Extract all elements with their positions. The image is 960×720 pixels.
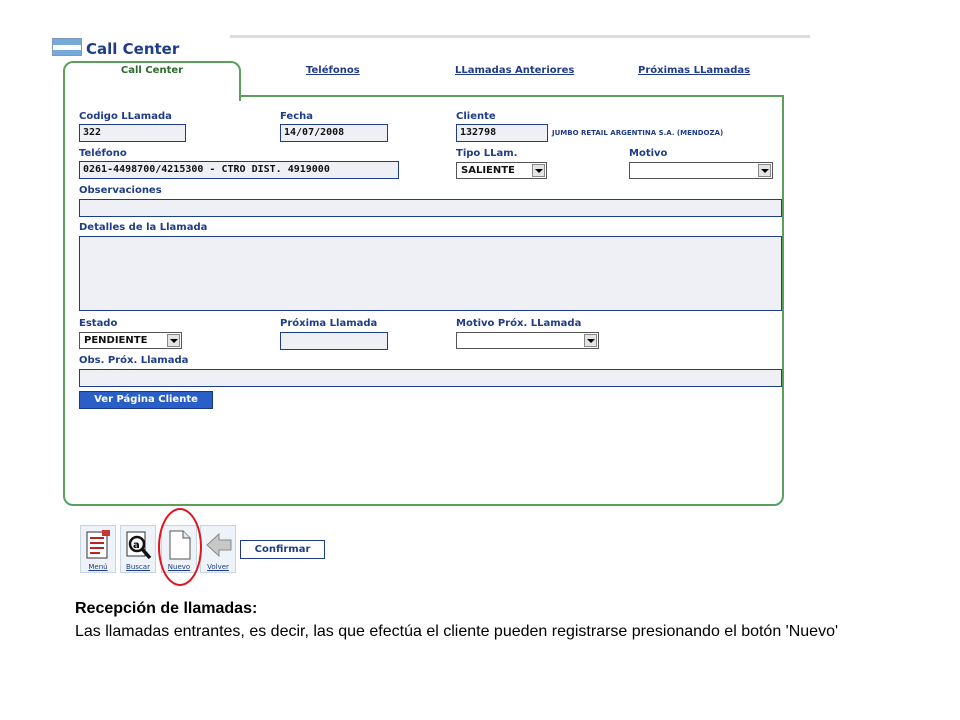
tab-telefonos[interactable]: Teléfonos bbox=[306, 65, 360, 76]
observaciones-label: Observaciones bbox=[79, 185, 162, 196]
observaciones-field[interactable] bbox=[79, 199, 782, 217]
buscar-label: Buscar bbox=[126, 563, 150, 571]
menu-button[interactable]: Menú bbox=[80, 525, 116, 573]
estado-label: Estado bbox=[79, 318, 118, 329]
app-title: Call Center bbox=[86, 40, 180, 58]
obs-prox-label: Obs. Próx. Llamada bbox=[79, 355, 189, 366]
argentina-flag-icon bbox=[52, 38, 82, 56]
menu-icon bbox=[86, 530, 110, 559]
telefono-label: Teléfono bbox=[79, 148, 127, 159]
proxima-llamada-label: Próxima Llamada bbox=[280, 318, 378, 329]
motivo-prox-select[interactable] bbox=[456, 332, 599, 349]
obs-prox-field[interactable] bbox=[79, 369, 782, 387]
detalles-textarea[interactable] bbox=[79, 236, 782, 311]
codigo-llamada-label: Codigo LLamada bbox=[79, 111, 172, 122]
fecha-label: Fecha bbox=[280, 111, 314, 122]
menu-label: Menú bbox=[88, 563, 108, 571]
cliente-field[interactable]: 132798 bbox=[456, 124, 548, 142]
cliente-name: JUMBO RETAIL ARGENTINA S.A. (MENDOZA) bbox=[552, 129, 724, 137]
motivo-label: Motivo bbox=[629, 148, 668, 159]
estado-value: PENDIENTE bbox=[84, 335, 148, 346]
codigo-llamada-field[interactable]: 322 bbox=[79, 124, 186, 142]
cliente-label: Cliente bbox=[456, 111, 496, 122]
confirmar-button[interactable]: Confirmar bbox=[240, 540, 325, 559]
top-divider bbox=[230, 35, 810, 38]
caption-title: Recepción de llamadas: bbox=[75, 600, 258, 617]
motivo-select[interactable] bbox=[629, 162, 773, 179]
chevron-down-icon[interactable] bbox=[167, 334, 180, 347]
telefono-field[interactable]: 0261-4498700/4215300 - CTRO DIST. 491900… bbox=[79, 161, 399, 179]
volver-label: Volver bbox=[207, 563, 229, 571]
tipo-llamada-value: SALIENTE bbox=[461, 165, 515, 176]
proxima-llamada-field[interactable] bbox=[280, 332, 388, 350]
tab-proximas-llamadas[interactable]: Próximas LLamadas bbox=[638, 65, 750, 76]
chevron-down-icon[interactable] bbox=[532, 164, 545, 177]
tab-llamadas-anteriores[interactable]: LLamadas Anteriores bbox=[455, 65, 574, 76]
detalles-label: Detalles de la Llamada bbox=[79, 222, 208, 233]
ver-pagina-cliente-button[interactable]: Ver Página Cliente bbox=[79, 391, 213, 409]
tipo-llamada-label: Tipo LLam. bbox=[456, 148, 518, 159]
caption-body: Las llamadas entrantes, es decir, las qu… bbox=[75, 623, 839, 640]
search-icon: a bbox=[126, 531, 152, 560]
svg-text:a: a bbox=[133, 540, 140, 551]
tab-call-center-label: Call Center bbox=[120, 65, 184, 76]
chevron-down-icon[interactable] bbox=[758, 164, 771, 177]
chevron-down-icon[interactable] bbox=[584, 334, 597, 347]
estado-select[interactable]: PENDIENTE bbox=[79, 332, 182, 349]
tipo-llamada-select[interactable]: SALIENTE bbox=[456, 162, 547, 179]
buscar-button[interactable]: a Buscar bbox=[120, 525, 156, 573]
fecha-field[interactable]: 14/07/2008 bbox=[280, 124, 388, 142]
motivo-prox-label: Motivo Próx. LLamada bbox=[456, 318, 582, 329]
back-arrow-icon bbox=[206, 532, 232, 558]
highlight-circle bbox=[158, 508, 202, 586]
volver-button[interactable]: Volver bbox=[200, 525, 236, 573]
